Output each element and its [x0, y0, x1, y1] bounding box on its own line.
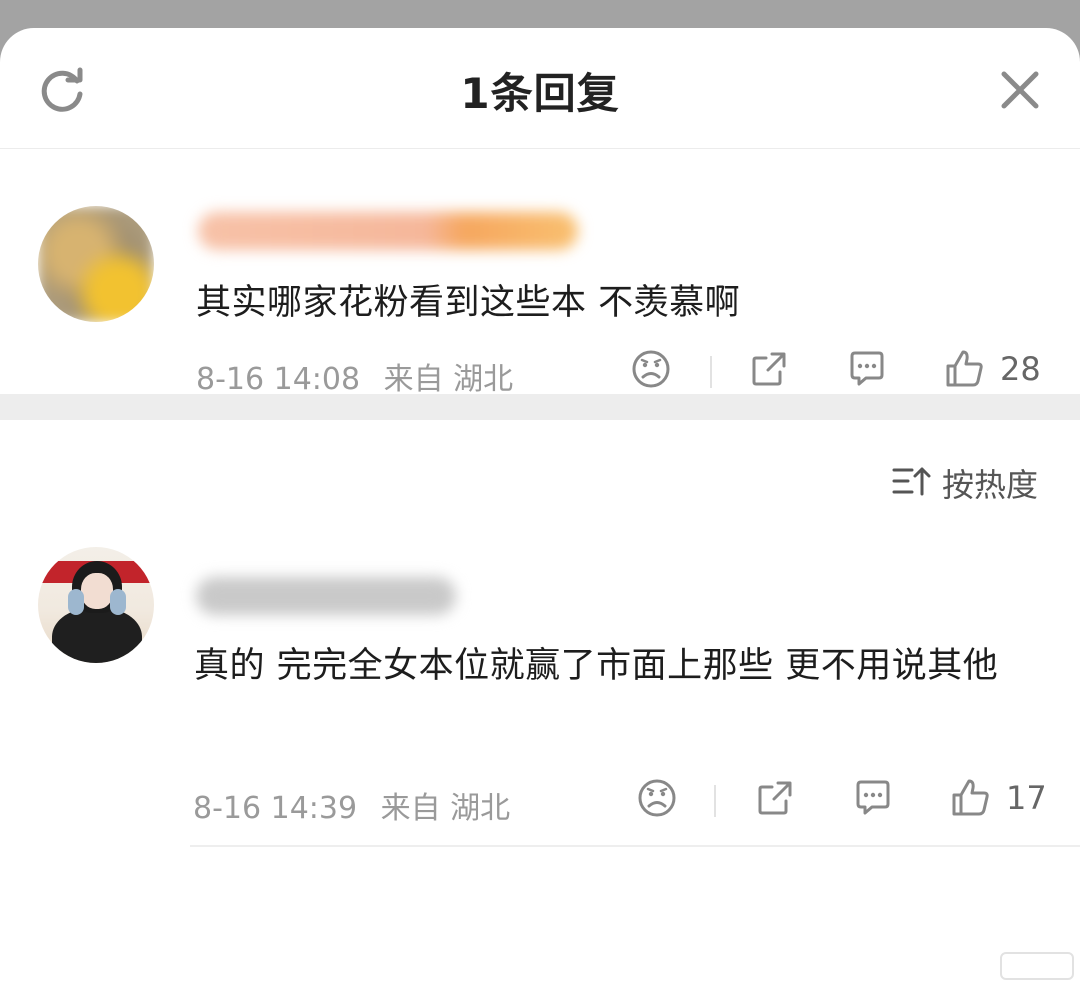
comment-text: 其实哪家花粉看到这些本 不羡慕啊 [196, 283, 741, 323]
comment-text: 真的 完完全女本位就赢了市面上那些 更不用说其他 [194, 646, 999, 686]
page-title: 1条回复 [460, 69, 620, 118]
sort-label: 按热度 [942, 466, 1039, 504]
comment-time: 8-16 14:08 [196, 362, 361, 397]
comment-location: 来自 湖北 [380, 791, 511, 826]
avatar[interactable] [38, 206, 154, 322]
divider [190, 845, 1080, 847]
like-count: 17 [1006, 779, 1047, 817]
comment-meta: 8-16 14:08 来自 湖北 [196, 354, 513, 398]
section-separator [0, 394, 1080, 420]
sad-face-icon[interactable] [630, 348, 674, 392]
close-icon[interactable] [996, 66, 1044, 114]
share-icon[interactable] [754, 777, 798, 821]
reply-comment: 真的 完完全女本位就赢了市面上那些 更不用说其他 8-16 14:39 来自 湖… [0, 533, 1080, 848]
thumbs-up-icon[interactable] [950, 777, 994, 821]
reply-sheet: 1条回复 其实哪家花粉看到这些本 不羡慕啊 8-16 14:08 来自 湖北 2… [0, 28, 1080, 990]
comment-location: 来自 湖北 [383, 362, 514, 397]
divider [710, 356, 712, 388]
home-indicator-icon [1000, 952, 1074, 980]
avatar[interactable] [38, 547, 154, 663]
like-count: 28 [1000, 350, 1041, 388]
comment-actions: 28 [630, 348, 1050, 396]
comment-actions: 17 [636, 777, 1056, 825]
comment-icon[interactable] [846, 348, 890, 392]
share-icon[interactable] [748, 348, 792, 392]
sort-by-hot-button[interactable]: 按热度 [892, 460, 1052, 504]
root-comment: 其实哪家花粉看到这些本 不羡慕啊 8-16 14:08 来自 湖北 28 [0, 148, 1080, 397]
thumbs-up-icon[interactable] [944, 348, 988, 392]
username-blurred[interactable] [196, 577, 456, 615]
sort-icon [892, 467, 931, 496]
comment-meta: 8-16 14:39 来自 湖北 [193, 783, 510, 827]
sad-face-icon[interactable] [636, 777, 680, 821]
divider [714, 785, 716, 817]
comment-time: 8-16 14:39 [193, 791, 358, 826]
sheet-header: 1条回复 [0, 28, 1080, 149]
username-blurred[interactable] [198, 212, 578, 250]
comment-icon[interactable] [852, 777, 896, 821]
